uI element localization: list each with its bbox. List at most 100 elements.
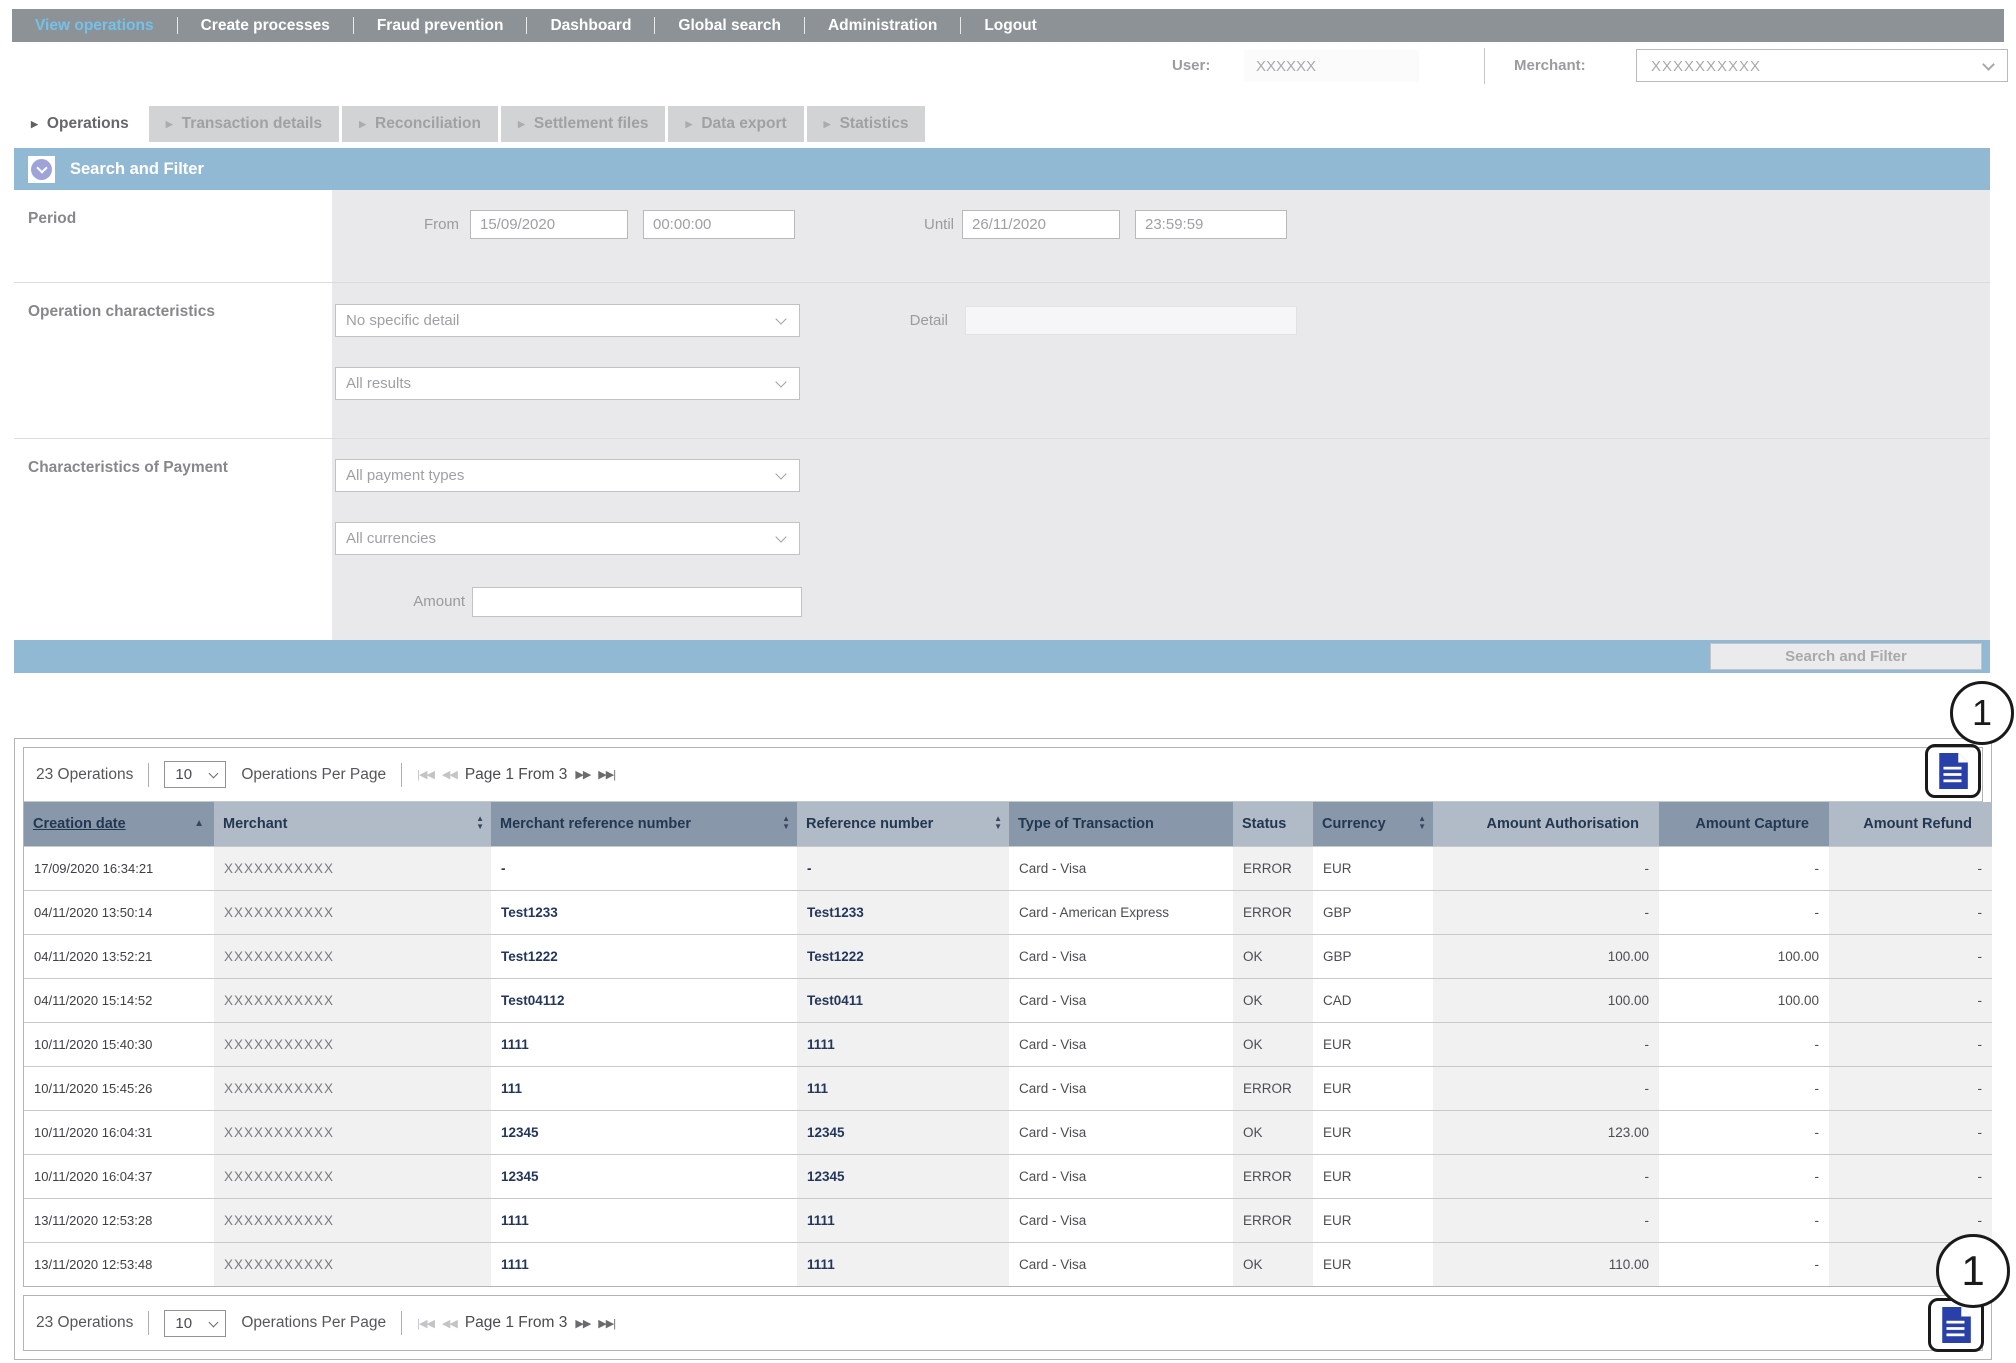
table-cell: 100.00 xyxy=(1433,934,1659,978)
chevron-down-icon xyxy=(775,313,786,324)
tab-data-export[interactable]: ▶ Data export xyxy=(668,106,803,142)
specific-detail-select[interactable]: No specific detail xyxy=(335,304,800,337)
tab-transaction-details[interactable]: ▶ Transaction details xyxy=(149,106,339,142)
table-row: 10/11/2020 16:04:31XXXXXXXXXXX1234512345… xyxy=(24,1110,1992,1154)
table-cell: EUR xyxy=(1313,1242,1433,1286)
column-label: Amount Refund xyxy=(1863,816,1972,832)
table-cell: EUR xyxy=(1313,1066,1433,1110)
previous-page-button[interactable]: ◀◀ xyxy=(442,1317,457,1330)
merchant-select[interactable]: XXXXXXXXXX xyxy=(1636,49,2008,82)
table-cell: - xyxy=(1659,890,1829,934)
nav-item-global-search[interactable]: Global search xyxy=(655,17,804,35)
tab-reconciliation[interactable]: ▶ Reconciliation xyxy=(342,106,498,142)
chevron-down-icon xyxy=(209,769,219,779)
operations-table: Creation date▲Merchant▲▼Merchant referen… xyxy=(24,802,1992,1286)
table-cell: - xyxy=(1433,1198,1659,1242)
next-page-button[interactable]: ▶▶ xyxy=(575,768,590,781)
from-time-input[interactable] xyxy=(643,210,795,239)
sort-ascending-icon: ▲ xyxy=(194,818,204,829)
results-select-value: All results xyxy=(346,375,411,392)
reference-link-cell[interactable]: Test1222 xyxy=(797,934,1009,978)
operation-characteristics-label: Operation characteristics xyxy=(14,283,332,438)
previous-page-button[interactable]: ◀◀ xyxy=(442,768,457,781)
reference-link-cell[interactable]: 12345 xyxy=(797,1110,1009,1154)
payment-types-select[interactable]: All payment types xyxy=(335,459,800,492)
per-page-select[interactable]: 10 xyxy=(164,761,226,788)
reference-link-cell[interactable]: Test1233 xyxy=(491,890,797,934)
export-button[interactable] xyxy=(1941,1307,1971,1343)
first-page-button[interactable]: |◀◀ xyxy=(417,768,434,781)
filter-action-bar: Search and Filter xyxy=(14,640,1990,673)
divider xyxy=(401,763,402,787)
reference-link-cell[interactable]: Test1222 xyxy=(491,934,797,978)
first-page-button[interactable]: |◀◀ xyxy=(417,1317,434,1330)
reference-link-cell[interactable]: Test0411 xyxy=(797,978,1009,1022)
nav-item-dashboard[interactable]: Dashboard xyxy=(527,17,654,35)
table-cell: 110.00 xyxy=(1433,1242,1659,1286)
until-time-input[interactable] xyxy=(1135,210,1287,239)
table-cell: OK xyxy=(1233,1022,1313,1066)
column-header-reference-number[interactable]: Reference number▲▼ xyxy=(797,802,1009,846)
until-date-input[interactable] xyxy=(962,210,1120,239)
export-button[interactable] xyxy=(1938,753,1968,789)
nav-item-view-operations[interactable]: View operations xyxy=(12,17,177,35)
table-cell: ERROR xyxy=(1233,846,1313,890)
currencies-select[interactable]: All currencies xyxy=(335,522,800,555)
reference-link-cell[interactable]: 111 xyxy=(797,1066,1009,1110)
results-select[interactable]: All results xyxy=(335,367,800,400)
table-cell: 10/11/2020 15:45:26 xyxy=(24,1066,214,1110)
search-filter-title: Search and Filter xyxy=(70,160,204,179)
reference-link-cell[interactable]: 1111 xyxy=(491,1022,797,1066)
table-cell: Card - Visa xyxy=(1009,846,1233,890)
last-page-button[interactable]: ▶▶| xyxy=(598,1317,615,1330)
chevron-down-icon xyxy=(31,159,52,180)
reference-link-cell[interactable]: 1111 xyxy=(797,1022,1009,1066)
per-page-select[interactable]: 10 xyxy=(164,1310,226,1337)
nav-item-administration[interactable]: Administration xyxy=(805,17,960,35)
nav-item-logout[interactable]: Logout xyxy=(961,17,1060,35)
user-merchant-bar: User: XXXXXX Merchant: XXXXXXXXXX xyxy=(12,42,2004,90)
table-cell: OK xyxy=(1233,978,1313,1022)
tab-operations[interactable]: ▶ Operations xyxy=(14,106,146,142)
reference-link-cell[interactable]: 1111 xyxy=(797,1242,1009,1286)
from-date-input[interactable] xyxy=(470,210,628,239)
reference-link-cell[interactable]: 111 xyxy=(491,1066,797,1110)
next-page-button[interactable]: ▶▶ xyxy=(575,1317,590,1330)
reference-link-cell[interactable]: 12345 xyxy=(491,1154,797,1198)
tab-settlement-files[interactable]: ▶ Settlement files xyxy=(501,106,665,142)
reference-link-cell[interactable]: 1111 xyxy=(797,1198,1009,1242)
collapse-section-button[interactable] xyxy=(28,156,55,183)
table-row: 13/11/2020 12:53:28XXXXXXXXXXX11111111Ca… xyxy=(24,1198,1992,1242)
nav-item-create-processes[interactable]: Create processes xyxy=(178,17,353,35)
table-cell: - xyxy=(1433,1154,1659,1198)
per-page-label: Operations Per Page xyxy=(241,766,386,784)
callout-number: 1 xyxy=(1972,692,1992,734)
period-label: Period xyxy=(14,190,332,282)
amount-input[interactable] xyxy=(472,587,802,617)
column-header-merchant[interactable]: Merchant▲▼ xyxy=(214,802,491,846)
table-cell: ERROR xyxy=(1233,1198,1313,1242)
search-and-filter-button[interactable]: Search and Filter xyxy=(1710,643,1982,670)
nav-item-fraud-prevention[interactable]: Fraud prevention xyxy=(354,17,527,35)
column-header-currency[interactable]: Currency▲▼ xyxy=(1313,802,1433,846)
reference-link-cell[interactable]: 12345 xyxy=(797,1154,1009,1198)
reference-link-cell[interactable]: Test04112 xyxy=(491,978,797,1022)
table-cell: - xyxy=(1829,846,1992,890)
reference-link-cell[interactable]: Test1233 xyxy=(797,890,1009,934)
table-cell: 17/09/2020 16:34:21 xyxy=(24,846,214,890)
column-header-merchant-reference-number[interactable]: Merchant reference number▲▼ xyxy=(491,802,797,846)
last-page-button[interactable]: ▶▶| xyxy=(598,768,615,781)
column-header-creation-date[interactable]: Creation date▲ xyxy=(24,802,214,846)
detail-input[interactable] xyxy=(965,306,1297,335)
reference-link-cell[interactable]: 1111 xyxy=(491,1242,797,1286)
reference-link-cell[interactable]: 12345 xyxy=(491,1110,797,1154)
table-cell: ERROR xyxy=(1233,1066,1313,1110)
callout-1-badge: 1 xyxy=(1936,1234,2010,1308)
table-cell: - xyxy=(1659,846,1829,890)
table-cell: 100.00 xyxy=(1659,978,1829,1022)
table-cell: OK xyxy=(1233,934,1313,978)
table-cell: - xyxy=(1659,1242,1829,1286)
tab-statistics[interactable]: ▶ Statistics xyxy=(807,106,926,142)
reference-link-cell[interactable]: 1111 xyxy=(491,1198,797,1242)
pager: |◀◀ ◀◀ Page 1 From 3 ▶▶ ▶▶| xyxy=(417,766,615,784)
